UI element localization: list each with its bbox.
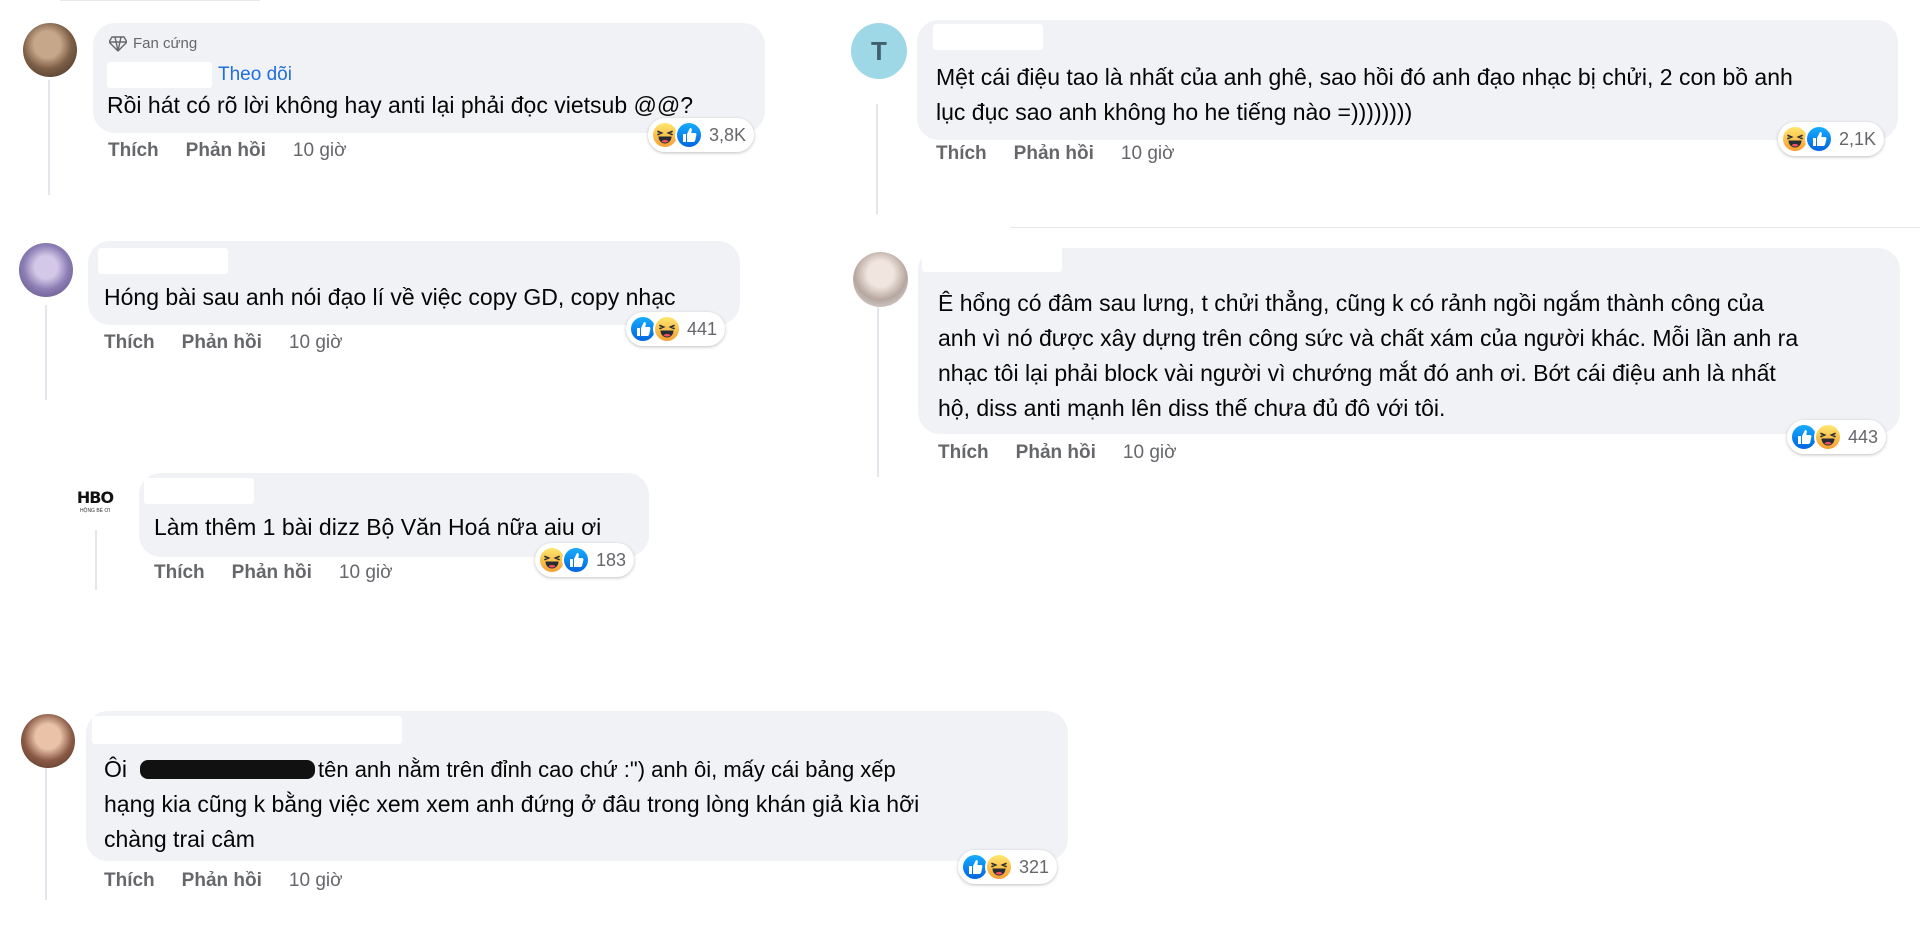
- like-icon: [1805, 125, 1833, 153]
- reply-button[interactable]: Phản hồi: [1016, 442, 1096, 464]
- avatar[interactable]: [21, 714, 75, 768]
- reply-button[interactable]: Phản hồi: [186, 140, 266, 162]
- haha-icon: [985, 853, 1013, 881]
- redacted-name: [933, 24, 1043, 50]
- reaction-summary[interactable]: 441: [626, 312, 726, 346]
- reaction-count: 3,8K: [709, 124, 747, 145]
- timestamp[interactable]: 10 giờ: [289, 870, 343, 892]
- reaction-count: 2,1K: [1839, 128, 1877, 149]
- timestamp[interactable]: 10 giờ: [1121, 143, 1175, 165]
- avatar-logo-sub: HỘNG BÉ ƠI: [79, 508, 111, 514]
- like-button[interactable]: Thích: [936, 143, 987, 165]
- avatar-logo: HBO: [76, 488, 114, 507]
- reply-button[interactable]: Phản hồi: [1014, 143, 1094, 165]
- avatar[interactable]: [23, 23, 77, 77]
- reaction-count: 183: [596, 549, 627, 570]
- thread-line: [877, 307, 879, 477]
- thread-line: [95, 530, 97, 590]
- reply-button[interactable]: Phản hồi: [232, 562, 312, 584]
- follow-link[interactable]: Theo dõi: [218, 64, 292, 86]
- comment-actions: Thích Phản hồi 10 giờ: [104, 332, 343, 354]
- thread-line: [45, 765, 47, 900]
- thread-line: [45, 305, 47, 400]
- redacted-name: [922, 244, 1062, 272]
- thread-line: [876, 104, 878, 214]
- like-button[interactable]: Thích: [938, 442, 989, 464]
- comment-text: tên anh nằm trên đỉnh cao chứ :") anh ôi…: [318, 757, 896, 782]
- comment-text: Rồi hát có rõ lời không hay anti lại phả…: [107, 92, 693, 118]
- reaction-summary[interactable]: 3,8K: [648, 118, 755, 152]
- like-icon: [562, 546, 590, 574]
- reaction-count: 443: [1848, 426, 1879, 447]
- like-button[interactable]: Thích: [104, 332, 155, 354]
- divider: [1010, 227, 1920, 228]
- reply-button[interactable]: Phản hồi: [182, 332, 262, 354]
- comment-actions: Thích Phản hồi 10 giờ: [936, 143, 1175, 165]
- reaction-summary[interactable]: 321: [958, 850, 1058, 884]
- reaction-count: 441: [687, 318, 718, 339]
- reaction-summary[interactable]: 2,1K: [1778, 122, 1885, 156]
- comment-actions: Thích Phản hồi 10 giờ: [108, 140, 347, 162]
- like-button[interactable]: Thích: [108, 140, 159, 162]
- comment-text-prefix: Ôi: [104, 756, 127, 782]
- reaction-count: 321: [1019, 856, 1050, 877]
- avatar[interactable]: [19, 243, 73, 297]
- redacted-name: [98, 248, 228, 274]
- reaction-summary[interactable]: 443: [1787, 420, 1887, 454]
- haha-icon: [1814, 423, 1842, 451]
- badge-label: Fan cứng: [133, 35, 198, 52]
- redacted-mention: [140, 760, 315, 779]
- reply-button[interactable]: Phản hồi: [182, 870, 262, 892]
- comment-text: Làm thêm 1 bài dizz Bộ Văn Hoá nữa aiu ơ…: [154, 514, 602, 540]
- redacted-name: [92, 716, 402, 744]
- like-button[interactable]: Thích: [104, 870, 155, 892]
- avatar-letter: T: [871, 35, 887, 66]
- timestamp[interactable]: 10 giờ: [293, 140, 347, 162]
- timestamp[interactable]: 10 giờ: [289, 332, 343, 354]
- comment-actions: Thích Phản hồi 10 giờ: [104, 870, 343, 892]
- haha-icon: [653, 315, 681, 343]
- avatar[interactable]: HBO HỘNG BÉ ƠI: [68, 474, 122, 528]
- like-icon: [675, 121, 703, 149]
- diamond-icon: [109, 35, 127, 52]
- comment-actions: Thích Phản hồi 10 giờ: [938, 442, 1177, 464]
- like-button[interactable]: Thích: [154, 562, 205, 584]
- comment-text: Ê hổng có đâm sau lưng, t chửi thẳng, cũ…: [938, 290, 1799, 421]
- fan-badge: Fan cứng: [109, 35, 197, 52]
- divider: [60, 0, 260, 1]
- redacted-name: [144, 478, 254, 504]
- comment-actions: Thích Phản hồi 10 giờ: [154, 562, 393, 584]
- avatar[interactable]: T: [851, 23, 907, 79]
- timestamp[interactable]: 10 giờ: [1123, 442, 1177, 464]
- timestamp[interactable]: 10 giờ: [339, 562, 393, 584]
- comment-text: Mệt cái điệu tao là nhất của anh ghê, sa…: [936, 64, 1793, 125]
- redacted-name: [107, 62, 212, 88]
- comment-text-continued: hạng kia cũng k bằng việc xem xem anh đứ…: [104, 791, 920, 852]
- comment-text: Hóng bài sau anh nói đạo lí về việc copy…: [104, 284, 676, 310]
- avatar[interactable]: [853, 252, 908, 307]
- reaction-summary[interactable]: 183: [535, 543, 635, 577]
- thread-line: [48, 80, 50, 195]
